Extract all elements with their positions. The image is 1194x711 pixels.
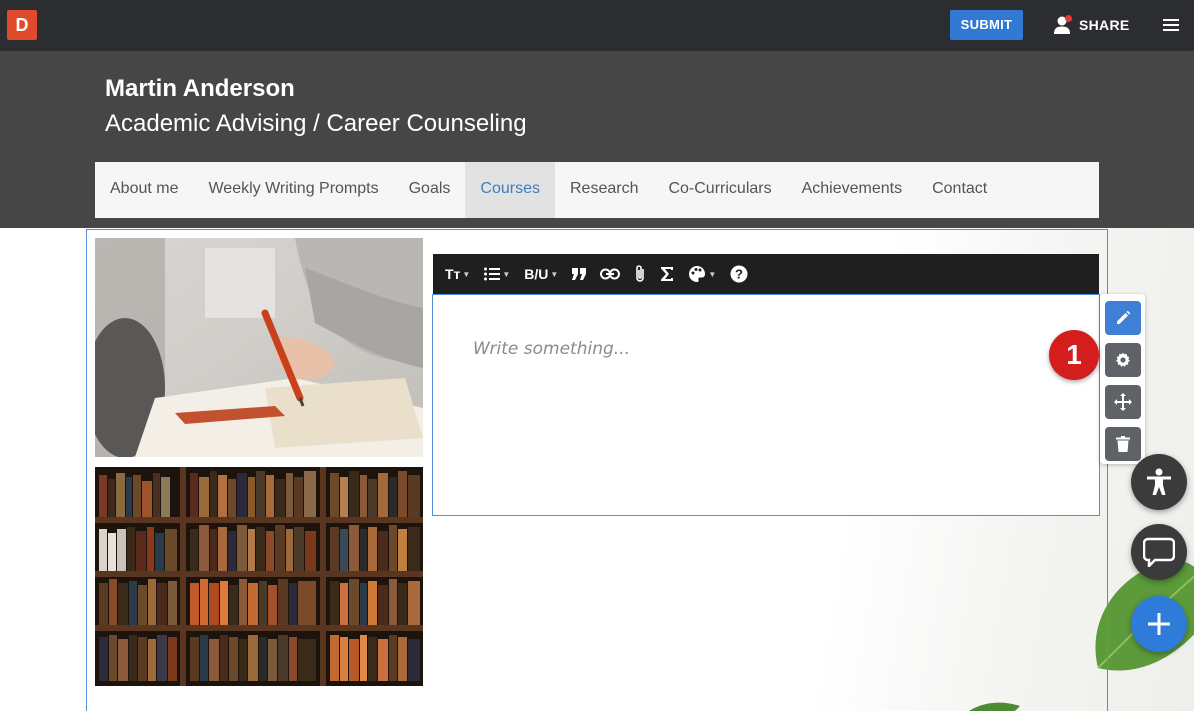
link-button[interactable]: [600, 254, 621, 294]
menu-icon[interactable]: [1162, 17, 1180, 33]
page-title: Martin Anderson: [105, 75, 295, 102]
chat-icon: [1143, 537, 1175, 567]
nav-item-achievements[interactable]: Achievements: [787, 162, 918, 218]
nav-item-courses[interactable]: Courses: [465, 162, 555, 218]
submit-button[interactable]: SUBMIT: [950, 10, 1023, 40]
person-icon: [1054, 15, 1072, 35]
editor-placeholder: Write something...: [473, 339, 630, 359]
top-bar: D SUBMIT SHARE: [0, 0, 1194, 51]
attachment-button[interactable]: [634, 254, 646, 294]
page-header: Martin Anderson Academic Advising / Care…: [0, 51, 1194, 228]
list-icon: [484, 267, 501, 281]
step-callout-badge: 1: [1049, 330, 1099, 380]
share-button[interactable]: SHARE: [1054, 12, 1130, 38]
plus-icon: [1148, 613, 1170, 635]
editor-toolbar: Tт ▼ ▼ B/U ▼ ▼ ?: [433, 254, 1099, 294]
edit-icon: [1117, 310, 1131, 324]
delete-block-button[interactable]: [1105, 427, 1141, 461]
attachment-icon: [636, 265, 645, 282]
list-button[interactable]: ▼: [484, 254, 510, 294]
help-icon: ?: [730, 265, 748, 283]
share-label: SHARE: [1079, 17, 1130, 33]
block-tools-panel: [1100, 294, 1145, 464]
link-icon: [600, 268, 621, 280]
content-area: Tт ▼ ▼ B/U ▼ ▼ ? Write something... 1: [0, 228, 1194, 711]
formula-button[interactable]: [660, 254, 674, 294]
nav-item-about-me[interactable]: About me: [95, 162, 193, 218]
nav-item-co-curriculars[interactable]: Co-Curriculars: [653, 162, 786, 218]
bookshelf-photo[interactable]: [95, 467, 423, 686]
sigma-icon: [661, 267, 674, 281]
color-button[interactable]: ▼: [688, 254, 716, 294]
nav-bar: About me Weekly Writing Prompts Goals Co…: [95, 162, 1099, 218]
text-size-button[interactable]: Tт ▼: [445, 254, 470, 294]
nav-item-weekly-writing-prompts[interactable]: Weekly Writing Prompts: [193, 162, 393, 218]
bold-underline-button[interactable]: B/U ▼: [524, 254, 558, 294]
svg-text:?: ?: [735, 267, 743, 282]
help-button[interactable]: ?: [730, 254, 748, 294]
quote-button[interactable]: [572, 254, 587, 294]
page-subtitle: Academic Advising / Career Counseling: [105, 110, 527, 137]
accessibility-button[interactable]: [1131, 454, 1187, 510]
palette-icon: [689, 265, 706, 282]
nav-item-research[interactable]: Research: [555, 162, 653, 218]
accessibility-icon: [1147, 468, 1171, 495]
move-block-button[interactable]: [1105, 385, 1141, 419]
app-logo[interactable]: D: [7, 10, 37, 40]
trash-icon: [1116, 436, 1130, 452]
text-size-icon: Tт: [445, 266, 461, 282]
writing-photo[interactable]: [95, 238, 423, 457]
nav-item-contact[interactable]: Contact: [917, 162, 1002, 218]
move-icon: [1114, 393, 1132, 411]
add-block-button[interactable]: [1131, 596, 1187, 652]
nav-item-goals[interactable]: Goals: [394, 162, 466, 218]
chat-button[interactable]: [1131, 524, 1187, 580]
text-editor[interactable]: Write something...: [432, 294, 1100, 516]
quote-icon: [572, 268, 587, 280]
notification-dot: [1065, 15, 1072, 22]
bold-underline-icon: B/U: [524, 266, 549, 282]
edit-block-button[interactable]: [1105, 301, 1141, 335]
block-settings-button[interactable]: [1105, 343, 1141, 377]
gear-icon: [1116, 352, 1130, 367]
